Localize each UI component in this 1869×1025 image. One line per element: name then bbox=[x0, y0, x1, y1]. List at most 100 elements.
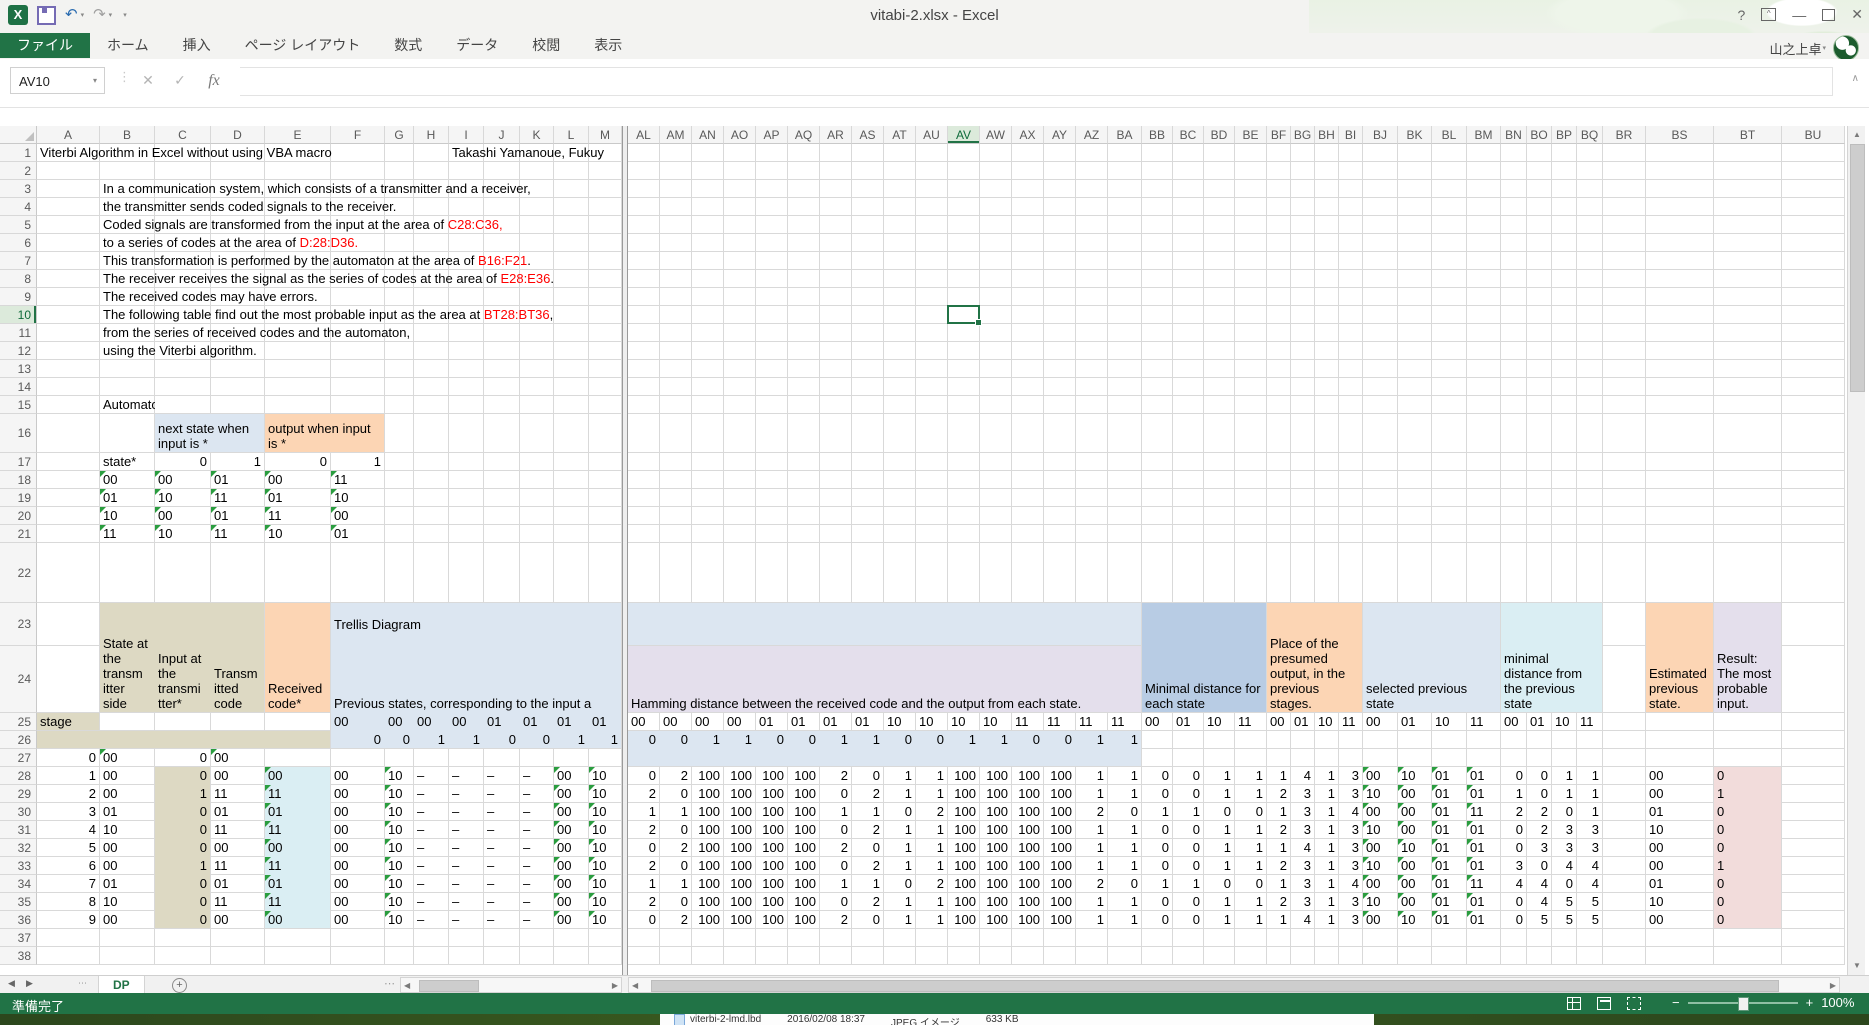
ribbon-tab-5[interactable]: データ bbox=[439, 33, 515, 58]
cell-BP25[interactable]: 10 bbox=[1552, 713, 1577, 731]
cell-BG32[interactable]: 4 bbox=[1291, 839, 1315, 857]
cell-BT30[interactable]: 0 bbox=[1714, 803, 1782, 821]
cell-BS28[interactable]: 00 bbox=[1646, 767, 1714, 785]
cell-BO29[interactable]: 0 bbox=[1527, 785, 1552, 803]
ribbon-tab-4[interactable]: 数式 bbox=[377, 33, 439, 58]
cell-BI35[interactable]: 3 bbox=[1339, 893, 1363, 911]
cell-BC28[interactable]: 0 bbox=[1173, 767, 1204, 785]
cell-AV35[interactable]: 100 bbox=[948, 893, 980, 911]
cell-AR35[interactable]: 0 bbox=[820, 893, 852, 911]
cell-AT26[interactable]: 0 bbox=[884, 731, 916, 749]
cell-BG28[interactable]: 4 bbox=[1291, 767, 1315, 785]
col-header-BF[interactable]: BF bbox=[1267, 126, 1291, 144]
cell-BP34[interactable]: 0 bbox=[1552, 875, 1577, 893]
cell-AN31[interactable]: 100 bbox=[692, 821, 724, 839]
cell-BA35[interactable]: 1 bbox=[1108, 893, 1142, 911]
cell-BE28[interactable]: 1 bbox=[1235, 767, 1267, 785]
cell-AQ35[interactable]: 100 bbox=[788, 893, 820, 911]
cell-AU29[interactable]: 1 bbox=[916, 785, 948, 803]
cell-BS34[interactable]: 01 bbox=[1646, 875, 1714, 893]
cell-AW31[interactable]: 100 bbox=[980, 821, 1012, 839]
cell-BK28[interactable]: 10 bbox=[1398, 767, 1432, 785]
pane-split-divider[interactable] bbox=[622, 126, 628, 975]
col-header-AV[interactable]: AV bbox=[948, 126, 980, 144]
user-caret-icon[interactable]: ▾ bbox=[1822, 44, 1826, 52]
cell-BJ36[interactable]: 00 bbox=[1363, 911, 1398, 929]
col-header-AY[interactable]: AY bbox=[1044, 126, 1076, 144]
cell-AS35[interactable]: 2 bbox=[852, 893, 884, 911]
cell-BC32[interactable]: 0 bbox=[1173, 839, 1204, 857]
cell-AM34[interactable]: 1 bbox=[660, 875, 692, 893]
cell-AS25[interactable]: 01 bbox=[852, 713, 884, 731]
cell-AU28[interactable]: 1 bbox=[916, 767, 948, 785]
cell-BQ31[interactable]: 3 bbox=[1577, 821, 1603, 839]
cell-AS28[interactable]: 0 bbox=[852, 767, 884, 785]
cell-BQ34[interactable]: 4 bbox=[1577, 875, 1603, 893]
cell-BB25[interactable]: 00 bbox=[1142, 713, 1173, 731]
cell-BH31[interactable]: 1 bbox=[1315, 821, 1339, 839]
ribbon-tab-7[interactable]: 表示 bbox=[577, 33, 639, 58]
cell-AN36[interactable]: 100 bbox=[692, 911, 724, 929]
col-header-AP[interactable]: AP bbox=[756, 126, 788, 144]
cell-AV31[interactable]: 100 bbox=[948, 821, 980, 839]
cell-BE34[interactable]: 0 bbox=[1235, 875, 1267, 893]
cell-BH29[interactable]: 1 bbox=[1315, 785, 1339, 803]
cell-BN35[interactable]: 0 bbox=[1501, 893, 1527, 911]
cell-BA34[interactable]: 0 bbox=[1108, 875, 1142, 893]
cell-AM30[interactable]: 1 bbox=[660, 803, 692, 821]
cell-BH28[interactable]: 1 bbox=[1315, 767, 1339, 785]
cell-BM30[interactable]: 11 bbox=[1467, 803, 1501, 821]
cell-BP32[interactable]: 3 bbox=[1552, 839, 1577, 857]
cell-AZ30[interactable]: 2 bbox=[1076, 803, 1108, 821]
cell-BS30[interactable]: 01 bbox=[1646, 803, 1714, 821]
cell-AM36[interactable]: 2 bbox=[660, 911, 692, 929]
cell-BP36[interactable]: 5 bbox=[1552, 911, 1577, 929]
left-pane-hscrollbar[interactable]: ◀▶ bbox=[400, 977, 622, 993]
ribbon-tab-1[interactable]: ホーム bbox=[90, 33, 166, 58]
cell-BB33[interactable]: 0 bbox=[1142, 857, 1173, 875]
cell-AP30[interactable]: 100 bbox=[756, 803, 788, 821]
col-header-AT[interactable]: AT bbox=[884, 126, 916, 144]
cell-BI33[interactable]: 3 bbox=[1339, 857, 1363, 875]
cell-BA30[interactable]: 0 bbox=[1108, 803, 1142, 821]
cell-BG29[interactable]: 3 bbox=[1291, 785, 1315, 803]
cell-BG36[interactable]: 4 bbox=[1291, 911, 1315, 929]
cell-AN35[interactable]: 100 bbox=[692, 893, 724, 911]
sheet-tab-dp[interactable]: DP bbox=[98, 976, 145, 994]
cell-BE32[interactable]: 1 bbox=[1235, 839, 1267, 857]
cell-BH32[interactable]: 1 bbox=[1315, 839, 1339, 857]
vscroll-up-icon[interactable]: ▲ bbox=[1848, 126, 1866, 144]
cell-BS32[interactable]: 00 bbox=[1646, 839, 1714, 857]
cell-AO35[interactable]: 100 bbox=[724, 893, 756, 911]
header-hamming[interactable]: Hamming distance between the received co… bbox=[628, 646, 1141, 712]
cell-AL25[interactable]: 00 bbox=[628, 713, 660, 731]
cell-AM25[interactable]: 00 bbox=[660, 713, 692, 731]
cell-BQ25[interactable]: 11 bbox=[1577, 713, 1603, 731]
cell-BM33[interactable]: 01 bbox=[1467, 857, 1501, 875]
cell-BJ34[interactable]: 00 bbox=[1363, 875, 1398, 893]
cell-BB32[interactable]: 0 bbox=[1142, 839, 1173, 857]
cell-AX30[interactable]: 100 bbox=[1012, 803, 1044, 821]
cell-AT30[interactable]: 0 bbox=[884, 803, 916, 821]
cell-AW35[interactable]: 100 bbox=[980, 893, 1012, 911]
avatar[interactable] bbox=[1833, 35, 1859, 61]
cell-BT33[interactable]: 1 bbox=[1714, 857, 1782, 875]
cell-BO30[interactable]: 2 bbox=[1527, 803, 1552, 821]
cell-AV30[interactable]: 100 bbox=[948, 803, 980, 821]
cell-AX34[interactable]: 100 bbox=[1012, 875, 1044, 893]
cell-AN34[interactable]: 100 bbox=[692, 875, 724, 893]
sheet-tabs-more-icon[interactable]: ⋯ bbox=[78, 978, 87, 989]
cell-AU35[interactable]: 1 bbox=[916, 893, 948, 911]
cell-BT31[interactable]: 0 bbox=[1714, 821, 1782, 839]
cell-BM35[interactable]: 01 bbox=[1467, 893, 1501, 911]
cell-BD34[interactable]: 0 bbox=[1204, 875, 1235, 893]
cell-BO34[interactable]: 4 bbox=[1527, 875, 1552, 893]
cell-BH36[interactable]: 1 bbox=[1315, 911, 1339, 929]
cell-BN30[interactable]: 2 bbox=[1501, 803, 1527, 821]
vscroll-thumb[interactable] bbox=[1850, 144, 1865, 392]
cell-AS34[interactable]: 1 bbox=[852, 875, 884, 893]
cell-AR34[interactable]: 1 bbox=[820, 875, 852, 893]
cell-AP29[interactable]: 100 bbox=[756, 785, 788, 803]
cell-AP36[interactable]: 100 bbox=[756, 911, 788, 929]
cell-AT36[interactable]: 1 bbox=[884, 911, 916, 929]
